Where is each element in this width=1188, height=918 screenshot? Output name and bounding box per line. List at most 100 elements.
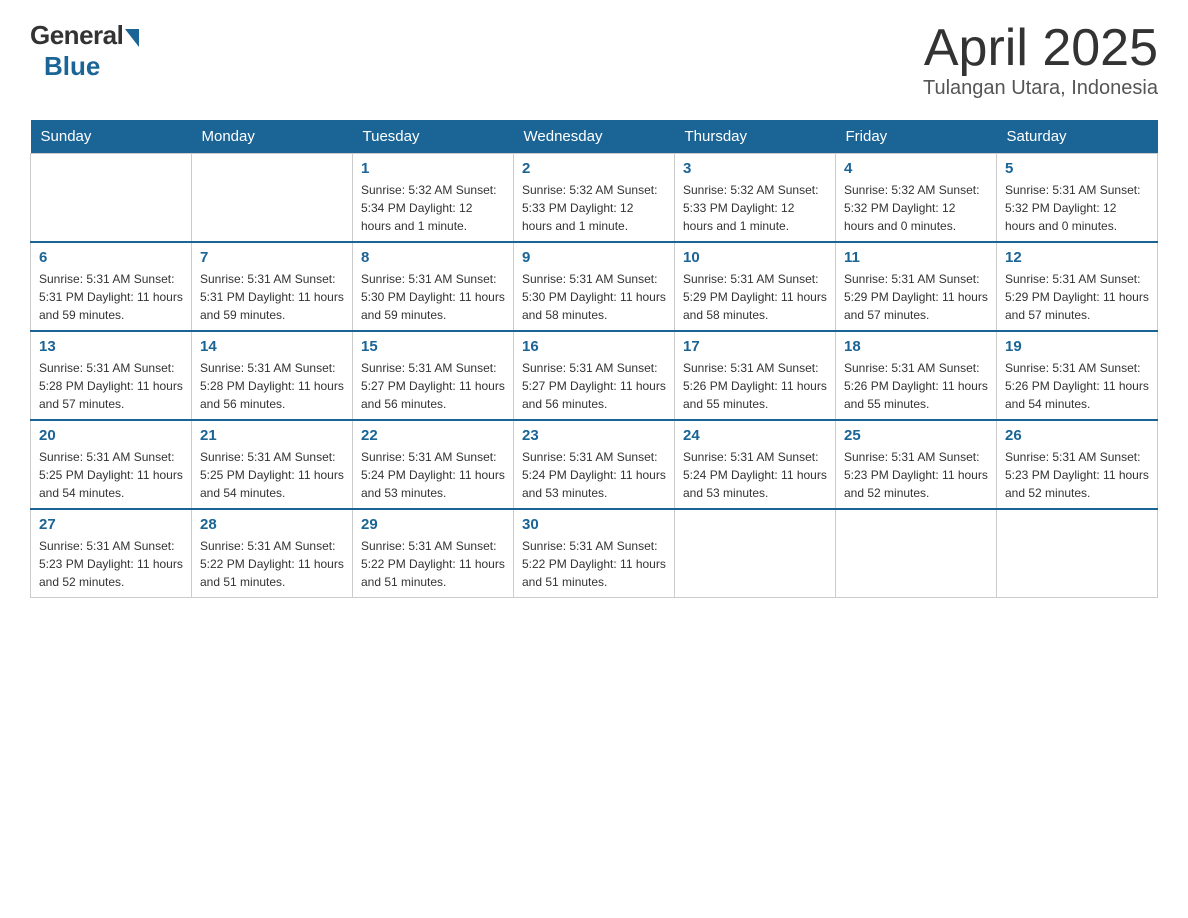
day-info: Sunrise: 5:31 AM Sunset: 5:24 PM Dayligh…	[361, 448, 505, 502]
day-number: 21	[200, 427, 344, 444]
calendar-cell: 5 Sunrise: 5:31 AM Sunset: 5:32 PM Daylig…	[997, 154, 1158, 243]
day-info: Sunrise: 5:31 AM Sunset: 5:25 PM Dayligh…	[200, 448, 344, 502]
day-number: 22	[361, 427, 505, 444]
col-wednesday: Wednesday	[514, 120, 675, 154]
calendar-cell: 8Sunrise: 5:31 AM Sunset: 5:30 PM Daylig…	[353, 242, 514, 331]
day-info: Sunrise: 5:31 AM Sunset: 5:23 PM Dayligh…	[1005, 448, 1149, 502]
title-block: April 2025 Tulangan Utara, Indonesia	[923, 20, 1158, 100]
day-info: Sunrise: 5:31 AM Sunset: 5:30 PM Dayligh…	[522, 270, 666, 324]
day-number: 17	[683, 338, 827, 355]
logo-arrow-icon	[125, 29, 139, 47]
day-info: Sunrise: 5:32 AM Sunset: 5:32 PM Dayligh…	[844, 181, 988, 235]
day-number: 5	[1005, 160, 1149, 177]
col-sunday: Sunday	[31, 120, 192, 154]
page-header: General Blue April 2025 Tulangan Utara, …	[30, 20, 1158, 100]
col-monday: Monday	[192, 120, 353, 154]
calendar-cell: 19 Sunrise: 5:31 AM Sunset: 5:26 PM Dayli…	[997, 331, 1158, 420]
calendar-cell	[192, 154, 353, 243]
day-number: 12	[1005, 249, 1149, 266]
calendar-cell: 15Sunrise: 5:31 AM Sunset: 5:27 PM Dayli…	[353, 331, 514, 420]
day-number: 28	[200, 516, 344, 533]
day-info: Sunrise: 5:32 AM Sunset: 5:33 PM Dayligh…	[683, 181, 827, 235]
calendar-week-row: 27 Sunrise: 5:31 AM Sunset: 5:23 PM Dayli…	[31, 509, 1158, 598]
calendar-cell: 26 Sunrise: 5:31 AM Sunset: 5:23 PM Dayli…	[997, 420, 1158, 509]
day-number: 10	[683, 249, 827, 266]
day-number: 1	[361, 160, 505, 177]
calendar-cell: 28Sunrise: 5:31 AM Sunset: 5:22 PM Dayli…	[192, 509, 353, 598]
calendar-cell: 22 Sunrise: 5:31 AM Sunset: 5:24 PM Dayli…	[353, 420, 514, 509]
day-number: 23	[522, 427, 666, 444]
day-number: 9	[522, 249, 666, 266]
day-number: 3	[683, 160, 827, 177]
calendar-cell	[675, 509, 836, 598]
calendar-cell: 9 Sunrise: 5:31 AM Sunset: 5:30 PM Daylig…	[514, 242, 675, 331]
day-info: Sunrise: 5:31 AM Sunset: 5:29 PM Dayligh…	[683, 270, 827, 324]
calendar-table: Sunday Monday Tuesday Wednesday Thursday…	[30, 120, 1158, 598]
day-number: 4	[844, 160, 988, 177]
calendar-cell: 2Sunrise: 5:32 AM Sunset: 5:33 PM Daylig…	[514, 154, 675, 243]
calendar-cell: 16 Sunrise: 5:31 AM Sunset: 5:27 PM Dayli…	[514, 331, 675, 420]
day-info: Sunrise: 5:31 AM Sunset: 5:29 PM Dayligh…	[844, 270, 988, 324]
day-number: 29	[361, 516, 505, 533]
day-number: 6	[39, 249, 183, 266]
calendar-cell: 12 Sunrise: 5:31 AM Sunset: 5:29 PM Dayli…	[997, 242, 1158, 331]
calendar-cell: 20 Sunrise: 5:31 AM Sunset: 5:25 PM Dayli…	[31, 420, 192, 509]
day-info: Sunrise: 5:31 AM Sunset: 5:28 PM Dayligh…	[200, 359, 344, 413]
day-number: 24	[683, 427, 827, 444]
calendar-cell: 1 Sunrise: 5:32 AM Sunset: 5:34 PM Daylig…	[353, 154, 514, 243]
calendar-location: Tulangan Utara, Indonesia	[923, 77, 1158, 100]
day-info: Sunrise: 5:31 AM Sunset: 5:25 PM Dayligh…	[39, 448, 183, 502]
calendar-cell: 6Sunrise: 5:31 AM Sunset: 5:31 PM Daylig…	[31, 242, 192, 331]
calendar-cell: 27 Sunrise: 5:31 AM Sunset: 5:23 PM Dayli…	[31, 509, 192, 598]
day-number: 11	[844, 249, 988, 266]
calendar-cell: 17 Sunrise: 5:31 AM Sunset: 5:26 PM Dayli…	[675, 331, 836, 420]
day-info: Sunrise: 5:31 AM Sunset: 5:30 PM Dayligh…	[361, 270, 505, 324]
day-info: Sunrise: 5:31 AM Sunset: 5:28 PM Dayligh…	[39, 359, 183, 413]
day-number: 13	[39, 338, 183, 355]
day-info: Sunrise: 5:31 AM Sunset: 5:22 PM Dayligh…	[522, 537, 666, 591]
calendar-cell: 24 Sunrise: 5:31 AM Sunset: 5:24 PM Dayli…	[675, 420, 836, 509]
calendar-cell: 18 Sunrise: 5:31 AM Sunset: 5:26 PM Dayli…	[836, 331, 997, 420]
calendar-cell	[836, 509, 997, 598]
day-number: 25	[844, 427, 988, 444]
day-info: Sunrise: 5:31 AM Sunset: 5:22 PM Dayligh…	[361, 537, 505, 591]
col-saturday: Saturday	[997, 120, 1158, 154]
calendar-cell	[31, 154, 192, 243]
calendar-cell: 25Sunrise: 5:31 AM Sunset: 5:23 PM Dayli…	[836, 420, 997, 509]
day-number: 26	[1005, 427, 1149, 444]
calendar-week-row: 1 Sunrise: 5:32 AM Sunset: 5:34 PM Daylig…	[31, 154, 1158, 243]
day-info: Sunrise: 5:31 AM Sunset: 5:24 PM Dayligh…	[683, 448, 827, 502]
day-number: 18	[844, 338, 988, 355]
calendar-cell: 14 Sunrise: 5:31 AM Sunset: 5:28 PM Dayli…	[192, 331, 353, 420]
col-thursday: Thursday	[675, 120, 836, 154]
day-info: Sunrise: 5:31 AM Sunset: 5:26 PM Dayligh…	[844, 359, 988, 413]
day-info: Sunrise: 5:31 AM Sunset: 5:27 PM Dayligh…	[522, 359, 666, 413]
day-number: 14	[200, 338, 344, 355]
day-number: 7	[200, 249, 344, 266]
day-info: Sunrise: 5:31 AM Sunset: 5:29 PM Dayligh…	[1005, 270, 1149, 324]
col-tuesday: Tuesday	[353, 120, 514, 154]
day-number: 19	[1005, 338, 1149, 355]
day-number: 27	[39, 516, 183, 533]
calendar-cell: 10 Sunrise: 5:31 AM Sunset: 5:29 PM Dayli…	[675, 242, 836, 331]
calendar-cell: 4 Sunrise: 5:32 AM Sunset: 5:32 PM Daylig…	[836, 154, 997, 243]
calendar-week-row: 6Sunrise: 5:31 AM Sunset: 5:31 PM Daylig…	[31, 242, 1158, 331]
day-info: Sunrise: 5:32 AM Sunset: 5:34 PM Dayligh…	[361, 181, 505, 235]
calendar-cell: 30 Sunrise: 5:31 AM Sunset: 5:22 PM Dayli…	[514, 509, 675, 598]
calendar-title: April 2025	[923, 20, 1158, 77]
calendar-cell: 13 Sunrise: 5:31 AM Sunset: 5:28 PM Dayli…	[31, 331, 192, 420]
calendar-cell: 29 Sunrise: 5:31 AM Sunset: 5:22 PM Dayli…	[353, 509, 514, 598]
calendar-cell	[997, 509, 1158, 598]
day-info: Sunrise: 5:31 AM Sunset: 5:23 PM Dayligh…	[39, 537, 183, 591]
day-number: 16	[522, 338, 666, 355]
day-number: 30	[522, 516, 666, 533]
calendar-cell: 11 Sunrise: 5:31 AM Sunset: 5:29 PM Dayli…	[836, 242, 997, 331]
day-number: 2	[522, 160, 666, 177]
calendar-cell: 23Sunrise: 5:31 AM Sunset: 5:24 PM Dayli…	[514, 420, 675, 509]
day-info: Sunrise: 5:31 AM Sunset: 5:32 PM Dayligh…	[1005, 181, 1149, 235]
day-info: Sunrise: 5:31 AM Sunset: 5:26 PM Dayligh…	[1005, 359, 1149, 413]
logo-blue-text: Blue	[44, 51, 100, 82]
logo: General Blue	[30, 20, 139, 82]
day-info: Sunrise: 5:31 AM Sunset: 5:26 PM Dayligh…	[683, 359, 827, 413]
day-number: 20	[39, 427, 183, 444]
